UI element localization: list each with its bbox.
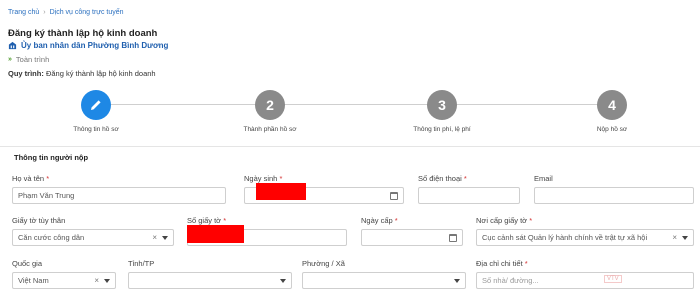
country-value: Việt Nam <box>18 276 49 285</box>
phone-label: Số điện thoại <box>418 174 462 183</box>
process-label: Quy trình: <box>8 69 44 78</box>
birth-date-label: Ngày sinh <box>244 174 278 183</box>
calendar-icon[interactable] <box>449 233 457 242</box>
applicant-info-section: Thông tin người nộp Họ và tên * Phạm Văn… <box>0 146 700 300</box>
page-title: Đăng ký thành lập hộ kinh doanh <box>8 28 158 39</box>
section-title: Thông tin người nộp <box>14 153 89 162</box>
redaction-id-number <box>187 225 244 243</box>
clear-icon[interactable]: × <box>94 276 99 285</box>
step-2-circle: 2 <box>255 90 285 120</box>
country-field: Quốc gia Việt Nam × <box>12 259 116 289</box>
ward-label: Phường / Xã <box>302 259 345 268</box>
breadcrumb-separator: › <box>43 9 46 16</box>
clear-icon[interactable]: × <box>672 233 677 242</box>
double-chevron-icon: » <box>8 56 12 63</box>
required-mark: * <box>529 216 533 225</box>
issue-place-field: Nơi cấp giấy tờ * Cục cảnh sát Quản lý h… <box>476 216 694 246</box>
required-mark: * <box>279 174 283 183</box>
email-label: Email <box>534 174 553 183</box>
breadcrumb-online-services[interactable]: Dịch vụ công trực tuyến <box>50 9 124 16</box>
required-mark: * <box>463 174 467 183</box>
issue-date-label: Ngày cấp <box>361 216 393 225</box>
stepper: Thông tin hồ sơ 2 Thành phần hồ sơ 3 Thô… <box>0 88 700 138</box>
full-name-value: Phạm Văn Trung <box>18 191 75 200</box>
pencil-icon <box>91 100 101 110</box>
address-input[interactable]: Số nhà/ đường... <box>476 272 694 289</box>
building-icon <box>8 41 17 50</box>
process-value: Đăng ký thành lập hộ kinh doanh <box>45 69 156 78</box>
required-mark: * <box>46 174 50 183</box>
ward-select[interactable] <box>302 272 466 289</box>
redaction-birth-date <box>256 183 306 200</box>
process-info: Quy trình: Đăng ký thành lập hộ kinh doa… <box>8 69 156 78</box>
email-input[interactable] <box>534 187 694 204</box>
watermark: VTV <box>604 275 622 283</box>
issue-date-input[interactable] <box>361 229 463 246</box>
address-field: Địa chỉ chi tiết * Số nhà/ đường... <box>476 259 694 289</box>
required-mark: * <box>524 259 528 268</box>
issue-place-label: Nơi cấp giấy tờ <box>476 216 528 225</box>
breadcrumb: Trang chủ › Dịch vụ công trực tuyến <box>8 9 124 16</box>
issue-date-field: Ngày cấp * <box>361 216 463 246</box>
province-select[interactable] <box>128 272 292 289</box>
country-select[interactable]: Việt Nam × <box>12 272 116 289</box>
step-1-circle <box>81 90 111 120</box>
step-3-label: Thông tin phí, lệ phí <box>413 126 471 133</box>
id-type-field: Giấy tờ tùy thân Căn cước công dân × <box>12 216 174 246</box>
email-field: Email <box>534 174 694 204</box>
issue-place-select[interactable]: Cục cảnh sát Quản lý hành chính về trật … <box>476 229 694 246</box>
full-name-field: Họ và tên * Phạm Văn Trung <box>12 174 226 204</box>
chevron-down-icon[interactable] <box>104 278 110 283</box>
step-1[interactable]: Thông tin hồ sơ <box>36 88 156 133</box>
chevron-down-icon[interactable] <box>280 278 286 283</box>
calendar-icon[interactable] <box>390 191 398 200</box>
chevron-down-icon[interactable] <box>162 235 168 240</box>
phone-input[interactable] <box>418 187 520 204</box>
chevron-down-icon[interactable] <box>454 278 460 283</box>
chevron-down-icon[interactable] <box>682 235 688 240</box>
step-2-label: Thành phần hồ sơ <box>243 126 297 133</box>
id-type-select[interactable]: Căn cước công dân × <box>12 229 174 246</box>
clear-icon[interactable]: × <box>152 233 157 242</box>
step-1-label: Thông tin hồ sơ <box>73 126 119 133</box>
address-label: Địa chỉ chi tiết <box>476 259 523 268</box>
scope-label: Toàn trình <box>15 55 50 64</box>
id-type-label: Giấy tờ tùy thân <box>12 216 66 225</box>
id-type-value: Căn cước công dân <box>18 233 85 242</box>
address-placeholder: Số nhà/ đường... <box>482 276 539 285</box>
agency-label: Ủy ban nhân dân Phường Bình Dương <box>21 41 169 50</box>
full-name-label: Họ và tên <box>12 174 45 183</box>
full-name-input[interactable]: Phạm Văn Trung <box>12 187 226 204</box>
step-4-circle: 4 <box>597 90 627 120</box>
ward-field: Phường / Xã <box>302 259 466 289</box>
agency-name: Ủy ban nhân dân Phường Bình Dương <box>8 41 168 50</box>
step-2[interactable]: 2 Thành phần hồ sơ <box>210 88 330 133</box>
breadcrumb-home[interactable]: Trang chủ <box>8 9 39 16</box>
step-3[interactable]: 3 Thông tin phí, lệ phí <box>382 88 502 133</box>
province-label: Tỉnh/TP <box>128 259 155 268</box>
required-mark: * <box>394 216 398 225</box>
required-mark: * <box>223 216 227 225</box>
province-field: Tỉnh/TP <box>128 259 292 289</box>
stepper-line <box>96 104 604 105</box>
step-3-circle: 3 <box>427 90 457 120</box>
issue-place-value: Cục cảnh sát Quản lý hành chính về trật … <box>482 233 648 242</box>
step-4-label: Nộp hồ sơ <box>596 126 628 133</box>
country-label: Quốc gia <box>12 259 43 268</box>
phone-field: Số điện thoại * <box>418 174 520 204</box>
id-number-label: Số giấy tờ <box>187 216 222 225</box>
service-scope: » Toàn trình <box>8 55 49 64</box>
step-4[interactable]: 4 Nộp hồ sơ <box>552 88 672 133</box>
